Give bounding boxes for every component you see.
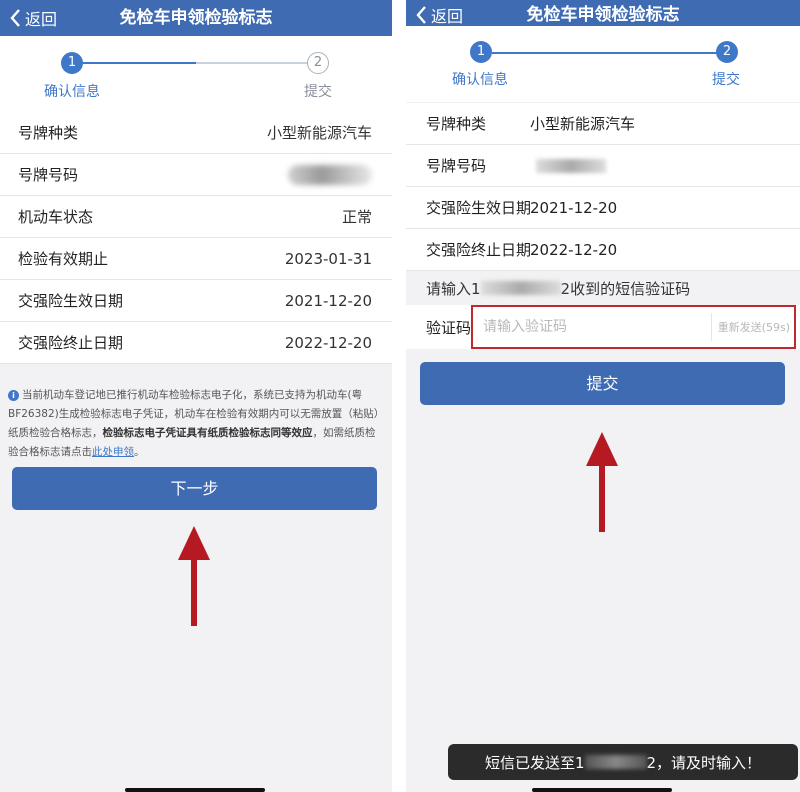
- redacted-plate: [536, 158, 606, 173]
- row-label: 交强险生效日期: [18, 292, 124, 310]
- step-progress-line: [82, 62, 196, 64]
- row-label: 号牌号码: [18, 166, 79, 184]
- submit-button[interactable]: 提交: [420, 362, 785, 405]
- right-screen: 返回 免检车申领检验标志 1 2 确认信息 提交 号牌种类 小型新能源汽车 号牌…: [406, 0, 800, 792]
- step-1-dot: 1: [61, 52, 83, 74]
- row-value: [288, 154, 372, 195]
- info-row-plate-type: 号牌种类 小型新能源汽车: [0, 112, 392, 154]
- info-row-vehicle-status: 机动车状态 正常: [0, 196, 392, 238]
- step-progress-line: [492, 52, 726, 54]
- row-label: 号牌号码: [426, 157, 487, 175]
- nav-bar: 返回 免检车申领检验标志: [406, 0, 800, 26]
- step-2-dot: 2: [307, 52, 329, 74]
- row-value: 2022-12-20: [530, 240, 618, 259]
- row-label: 机动车状态: [18, 208, 94, 226]
- next-step-button[interactable]: 下一步: [12, 467, 377, 510]
- info-row-insurance-start: 交强险生效日期 2021-12-20: [0, 280, 392, 322]
- notice-end: 。: [134, 446, 145, 458]
- verification-code-input[interactable]: [481, 307, 700, 347]
- step-2-label: 提交: [712, 72, 740, 88]
- toast-prefix: 短信已发送至1: [484, 753, 585, 772]
- row-value: [536, 145, 606, 186]
- apply-here-link[interactable]: 此处申领: [92, 446, 134, 458]
- info-row-insurance-start: 交强险生效日期 2021-12-20: [406, 187, 800, 229]
- prompt-text: 请输入1 2收到的短信验证码: [426, 271, 690, 305]
- step-indicator: 1 2 确认信息 提交: [0, 36, 392, 112]
- prompt-suffix: 2收到的短信验证码: [560, 279, 691, 298]
- row-value: 2021-12-20: [284, 291, 372, 310]
- row-value: 小型新能源汽车: [266, 124, 372, 142]
- notice-bold-text: 检验标志电子凭证具有纸质检验标志同等效应: [102, 427, 313, 439]
- redacted-phone: [584, 755, 647, 769]
- row-label: 号牌种类: [18, 124, 79, 142]
- step-1-dot: 1: [470, 41, 492, 63]
- info-row-insurance-end: 交强险终止日期 2022-12-20: [406, 229, 800, 271]
- sms-code-prompt: 请输入1 2收到的短信验证码: [406, 271, 800, 305]
- row-value: 2022-12-20: [284, 333, 372, 352]
- code-row: 验证码 重新发送(59s): [406, 305, 800, 349]
- row-value: 正常: [341, 208, 372, 226]
- page-title: 免检车申领检验标志: [119, 8, 273, 28]
- code-input-highlight: 重新发送(59s): [471, 305, 796, 349]
- red-arrow-annotation: [178, 526, 210, 626]
- home-indicator: [125, 788, 265, 792]
- left-screen: 返回 免检车申领检验标志 1 2 确认信息 提交 号牌种类 小型新能源汽车 号牌…: [0, 0, 392, 792]
- row-value: 2023-01-31: [284, 249, 372, 268]
- step-indicator: 1 2 确认信息 提交: [406, 26, 800, 102]
- nav-bar: 返回 免检车申领检验标志: [0, 0, 392, 36]
- prompt-prefix: 请输入1: [426, 279, 481, 298]
- row-label: 交强险生效日期: [426, 199, 532, 217]
- toast-suffix: 2，请及时输入！: [646, 753, 762, 772]
- info-row-plate-number: 号牌号码: [406, 145, 800, 187]
- info-row-inspection-expiry: 检验有效期止 2023-01-31: [0, 238, 392, 280]
- row-label: 号牌种类: [426, 115, 487, 133]
- step-2-dot: 2: [716, 41, 738, 63]
- e-certificate-notice: i 当前机动车登记地已推行机动车检验标志电子化，系统已支持为机动车(粤BF2638…: [8, 386, 380, 462]
- red-arrow-annotation: [586, 432, 618, 532]
- info-row-insurance-end: 交强险终止日期 2022-12-20: [0, 322, 392, 364]
- code-label: 验证码: [426, 318, 472, 337]
- row-label: 交强险终止日期: [18, 334, 124, 352]
- redacted-plate: [288, 164, 372, 185]
- info-icon: i: [8, 389, 19, 401]
- row-label: 交强险终止日期: [426, 241, 532, 259]
- row-value: 小型新能源汽车: [530, 115, 636, 133]
- info-row-plate-number: 号牌号码: [0, 154, 392, 196]
- row-value: 2021-12-20: [530, 198, 618, 217]
- row-label: 检验有效期止: [18, 250, 109, 268]
- step-1-label: 确认信息: [452, 72, 508, 88]
- step-2-label: 提交: [304, 84, 332, 100]
- home-indicator: [532, 788, 672, 792]
- info-row-plate-type: 号牌种类 小型新能源汽车: [406, 103, 800, 145]
- redacted-phone: [480, 281, 561, 295]
- step-pending-line: [196, 62, 308, 64]
- sms-sent-toast: 短信已发送至1 2，请及时输入！: [448, 744, 798, 780]
- step-1-label: 确认信息: [44, 84, 100, 100]
- resend-button[interactable]: 重新发送(59s): [710, 313, 790, 341]
